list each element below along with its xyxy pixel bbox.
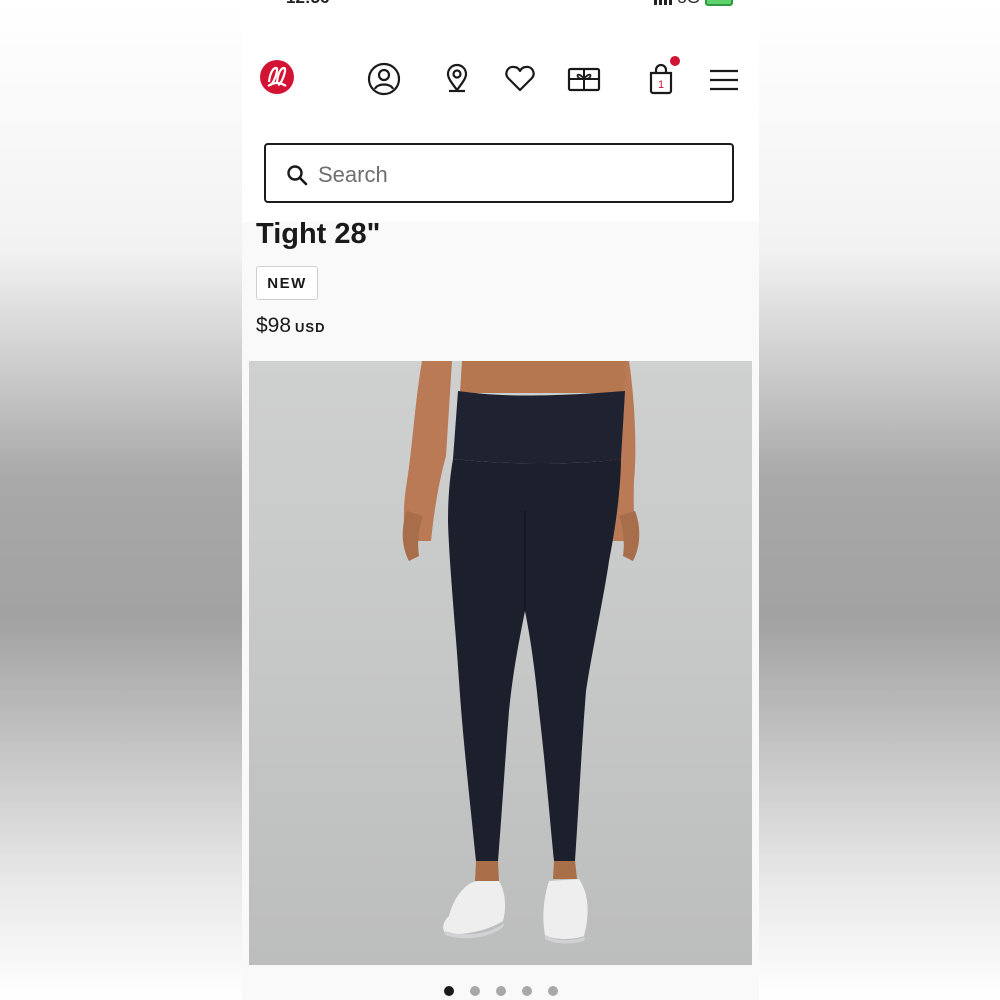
price-value: $98 — [256, 314, 292, 337]
network-label: 5G — [677, 0, 700, 8]
gift-card-icon[interactable] — [567, 62, 601, 96]
cart-notification-dot — [670, 56, 680, 66]
carousel-dot[interactable] — [443, 986, 454, 996]
image-carousel-dots — [242, 986, 759, 996]
price-currency: USD — [295, 320, 326, 335]
carousel-dot[interactable] — [469, 986, 480, 996]
site-header: 1 — [242, 28, 759, 222]
product-image[interactable] — [249, 361, 752, 965]
status-time: 12:56 — [286, 0, 329, 8]
carousel-dot[interactable] — [495, 986, 506, 996]
search-box[interactable] — [264, 143, 734, 203]
menu-icon[interactable] — [707, 62, 741, 96]
account-icon[interactable] — [367, 62, 401, 96]
lululemon-logo[interactable] — [260, 60, 294, 94]
status-indicators: 5G — [654, 0, 733, 8]
leggings-photo — [402, 361, 640, 944]
carousel-dot[interactable] — [521, 986, 532, 996]
mobile-page: 1 Tight 28" NEW $98USD — [242, 28, 759, 1000]
blurred-background-right — [759, 0, 1000, 1000]
store-locator-icon[interactable] — [440, 62, 474, 96]
new-badge: NEW — [256, 266, 318, 300]
search-icon — [287, 165, 308, 186]
shopping-bag-icon[interactable]: 1 — [644, 62, 678, 96]
status-bar: 12:56 5G — [242, 0, 759, 8]
product-title: Tight 28" — [256, 218, 381, 250]
signal-icon — [654, 0, 673, 5]
cart-count: 1 — [658, 79, 664, 91]
carousel-dot[interactable] — [547, 986, 558, 996]
wishlist-icon[interactable] — [503, 62, 537, 96]
search-input[interactable] — [316, 158, 720, 192]
battery-icon — [705, 0, 733, 6]
blurred-background-left — [0, 0, 242, 1000]
product-price: $98 USD — [256, 314, 326, 338]
